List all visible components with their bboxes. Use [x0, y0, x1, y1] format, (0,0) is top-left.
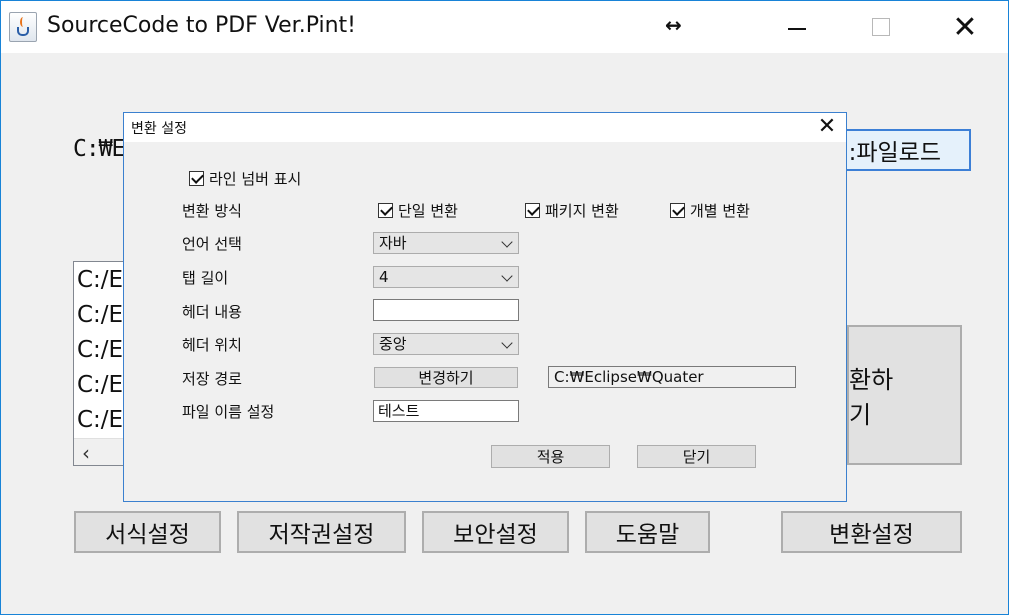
checkbox-checked-icon[interactable]: [378, 203, 393, 218]
language-label: 언어 선택: [182, 235, 242, 253]
convert-settings-dialog: 변환 설정 ✕ 라인 넘버 표시 변환 방식 단일 변환 패키지 변환 개별 변…: [123, 112, 847, 502]
header-content-label: 헤더 내용: [182, 303, 242, 321]
save-path-field[interactable]: C:₩Eclipse₩Quater: [548, 366, 796, 388]
help-button[interactable]: 도움말: [585, 511, 710, 553]
minimize-button[interactable]: [767, 1, 827, 53]
convert-settings-button[interactable]: 변환설정: [781, 511, 962, 553]
tab-length-select[interactable]: 4: [373, 266, 519, 288]
java-app-icon: [9, 12, 37, 42]
source-path-label: C:₩E: [73, 136, 125, 162]
apply-button[interactable]: 적용: [491, 445, 610, 468]
tab-length-label: 탭 길이: [182, 269, 229, 287]
convert-button[interactable]: 환하기: [847, 325, 962, 465]
package-convert-checkbox[interactable]: 패키지 변환: [525, 200, 619, 221]
package-convert-label: 패키지 변환: [545, 202, 619, 220]
dialog-close-icon[interactable]: ✕: [813, 113, 841, 141]
header-position-label: 헤더 위치: [182, 336, 242, 354]
security-settings-button[interactable]: 보안설정: [422, 511, 569, 553]
header-position-value: 중앙: [379, 335, 407, 353]
individual-convert-label: 개별 변환: [690, 202, 750, 220]
language-select[interactable]: 자바: [373, 232, 519, 254]
window-title: SourceCode to PDF Ver.Pint!: [47, 13, 356, 38]
checkbox-checked-icon[interactable]: [189, 171, 204, 186]
header-content-input[interactable]: [373, 299, 519, 321]
close-icon: ✕: [952, 9, 978, 45]
checkbox-checked-icon[interactable]: [670, 203, 685, 218]
single-convert-checkbox[interactable]: 단일 변환: [378, 200, 458, 221]
individual-convert-checkbox[interactable]: 개별 변환: [670, 200, 750, 221]
scroll-left-icon[interactable]: ‹: [82, 441, 90, 465]
dialog-close-button[interactable]: 닫기: [637, 445, 756, 468]
save-path-label: 저장 경로: [182, 370, 242, 388]
format-settings-button[interactable]: 서식설정: [74, 511, 221, 553]
maximize-button[interactable]: [851, 1, 911, 53]
header-position-select[interactable]: 중앙: [373, 333, 519, 355]
title-bar: SourceCode to PDF Ver.Pint! ↔ ✕: [1, 1, 1008, 53]
filename-label: 파일 이름 설정: [182, 403, 275, 421]
language-value: 자바: [379, 234, 407, 252]
chevron-down-icon: [501, 270, 513, 282]
convert-mode-label: 변환 방식: [182, 202, 242, 220]
line-number-checkbox[interactable]: 라인 넘버 표시: [189, 168, 301, 189]
filename-input[interactable]: 테스트: [373, 400, 519, 422]
chevron-down-icon: [501, 236, 513, 248]
dialog-title: 변환 설정: [131, 121, 187, 137]
close-button[interactable]: ✕: [935, 1, 995, 53]
dialog-title-bar: 변환 설정 ✕: [124, 113, 846, 142]
line-number-label: 라인 넘버 표시: [209, 170, 302, 188]
chevron-down-icon: [501, 337, 513, 349]
copyright-settings-button[interactable]: 저작권설정: [237, 511, 406, 553]
minimize-icon: [788, 28, 806, 30]
checkbox-checked-icon[interactable]: [525, 203, 540, 218]
single-convert-label: 단일 변환: [398, 202, 458, 220]
tab-length-value: 4: [379, 268, 389, 286]
change-path-button[interactable]: 변경하기: [374, 367, 518, 388]
maximize-icon: [872, 18, 890, 36]
resize-cursor-icon: ↔: [665, 13, 682, 37]
